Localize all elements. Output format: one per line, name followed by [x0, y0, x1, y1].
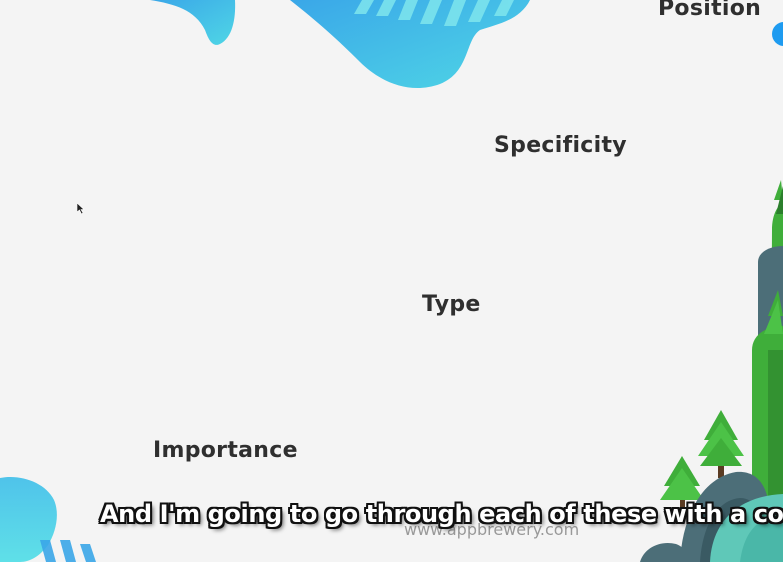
concept-label-specificity: Specificity	[494, 133, 627, 158]
mouse-pointer-icon	[77, 203, 85, 214]
top-blob-drip	[150, 0, 236, 45]
bottom-left-stripes	[40, 540, 96, 562]
slide-canvas: Position Specificity Type Importance www…	[0, 0, 783, 562]
decorative-background	[0, 0, 783, 562]
tree-mid	[698, 410, 744, 478]
accent-dot	[772, 22, 783, 46]
video-subtitle: And I'm going to go through each of thes…	[100, 500, 783, 528]
concept-label-position: Position	[658, 0, 762, 21]
concept-label-type: Type	[422, 292, 481, 317]
concept-label-importance: Importance	[153, 438, 298, 463]
